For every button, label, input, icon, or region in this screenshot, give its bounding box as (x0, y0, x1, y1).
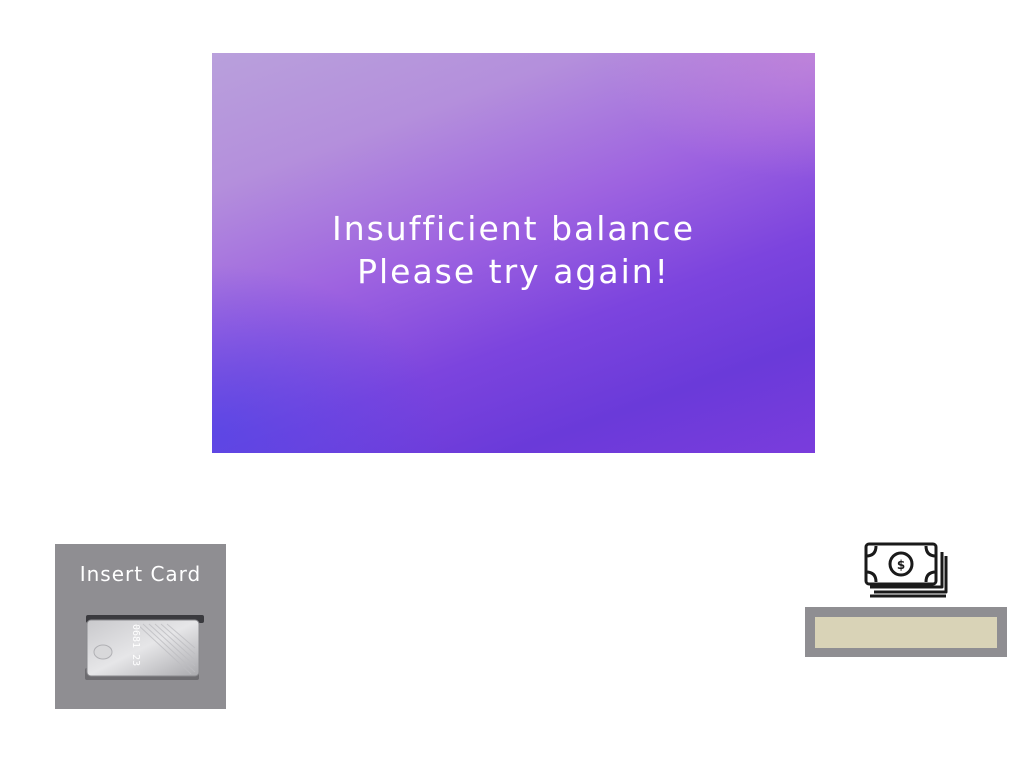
insert-card-label: Insert Card (79, 562, 202, 586)
credit-card-in-slot-icon: 0681 23 (85, 615, 204, 680)
atm-interface: Insufficient balance Please try again! I… (0, 0, 1024, 768)
cash-tray[interactable] (815, 617, 997, 648)
insert-card-button[interactable]: Insert Card 0681 23 (55, 544, 226, 709)
cash-dispenser[interactable] (805, 607, 1007, 657)
atm-screen: Insufficient balance Please try again! (212, 53, 815, 453)
screen-message: Insufficient balance Please try again! (212, 207, 815, 293)
card-number-fragment: 0681 23 (130, 624, 141, 666)
currency-symbol: $ (897, 558, 905, 572)
banknotes-stack-icon: $ (864, 542, 948, 598)
message-line-2: Please try again! (357, 252, 670, 291)
message-line-1: Insufficient balance (331, 209, 696, 248)
